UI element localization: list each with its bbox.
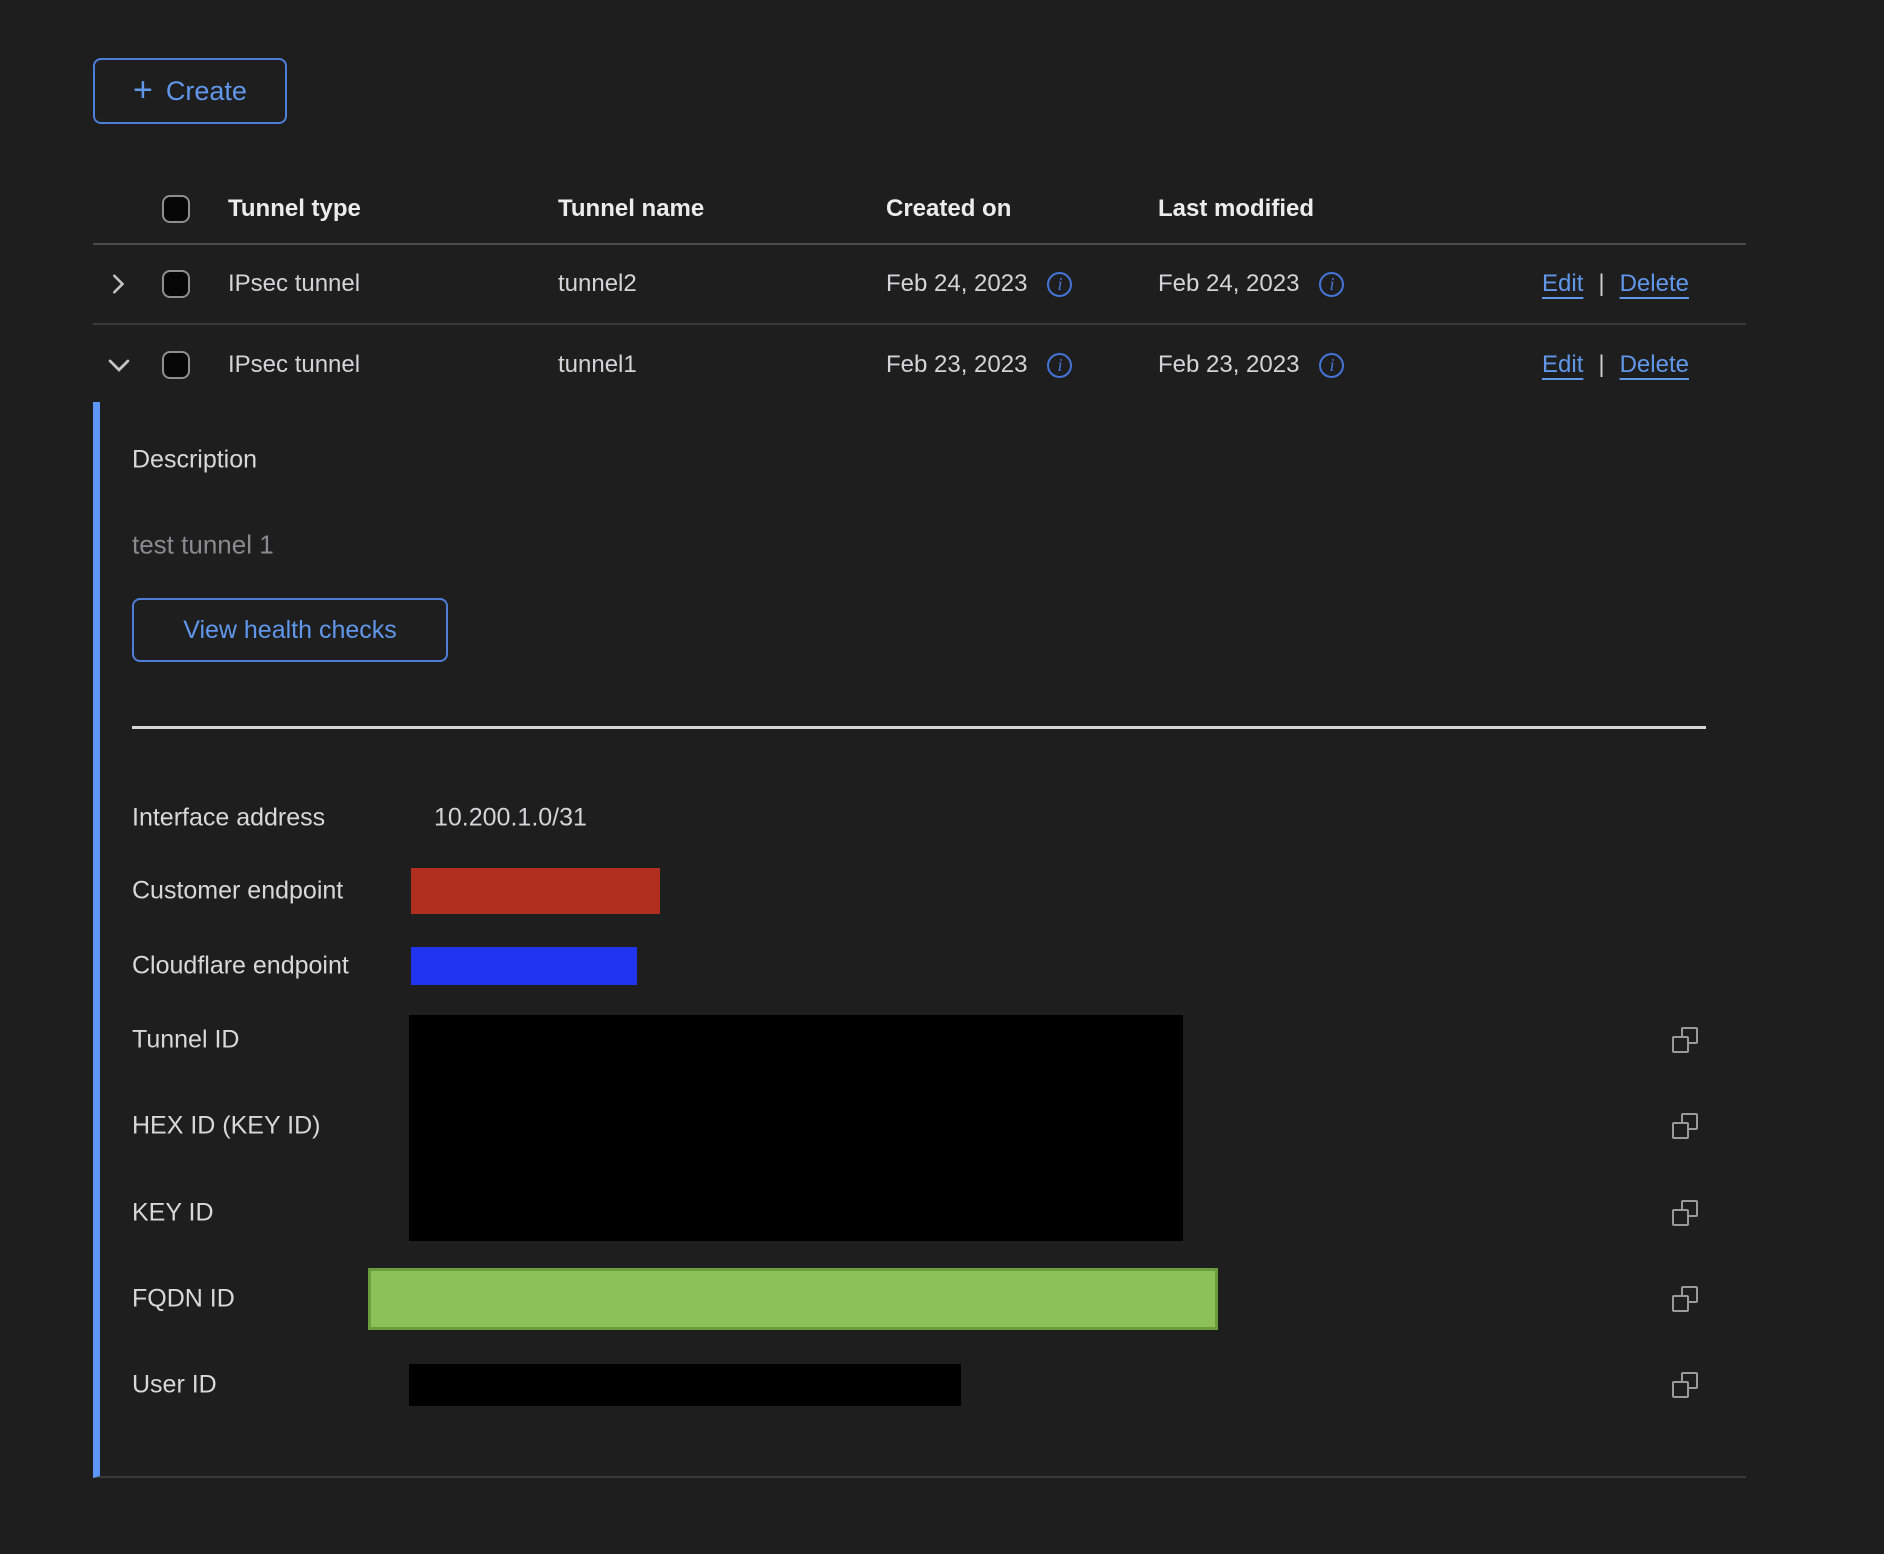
delete-link[interactable]: Delete: [1620, 270, 1689, 298]
info-icon[interactable]: i: [1319, 353, 1344, 378]
row-checkbox[interactable]: [162, 351, 190, 379]
view-health-checks-button[interactable]: View health checks: [132, 598, 448, 662]
table-row-tunnel1: IPsec tunnel tunnel1 Feb 23, 2023 i Feb …: [93, 325, 1746, 405]
copy-icon[interactable]: [1672, 1027, 1698, 1053]
create-button[interactable]: + Create: [93, 58, 287, 124]
last-modified-cell: Feb 23, 2023 i: [1158, 351, 1542, 379]
modified-date: Feb 23, 2023: [1158, 351, 1299, 379]
column-header-last-modified: Last modified: [1158, 195, 1542, 223]
key-id-label: KEY ID: [132, 1199, 214, 1228]
column-header-tunnel-type: Tunnel type: [228, 195, 558, 223]
user-id-redaction: [409, 1364, 961, 1406]
user-id-label: User ID: [132, 1371, 217, 1400]
row-actions: Edit | Delete: [1542, 351, 1746, 379]
table-row-tunnel2: IPsec tunnel tunnel2 Feb 24, 2023 i Feb …: [93, 245, 1746, 325]
description-value: test tunnel 1: [132, 530, 274, 561]
chevron-down-icon[interactable]: [106, 352, 132, 378]
ipsec-tunnels-page: + Create Tunnel type Tunnel name Created…: [0, 0, 1884, 1554]
copy-icon[interactable]: [1672, 1200, 1698, 1226]
row-actions: Edit | Delete: [1542, 270, 1746, 298]
column-header-created-on: Created on: [886, 195, 1158, 223]
copy-icon[interactable]: [1672, 1113, 1698, 1139]
modified-date: Feb 24, 2023: [1158, 270, 1299, 298]
select-all-checkbox[interactable]: [162, 195, 190, 223]
action-separator: |: [1598, 270, 1604, 298]
last-modified-cell: Feb 24, 2023 i: [1158, 270, 1542, 298]
hex-id-label: HEX ID (KEY ID): [132, 1112, 320, 1141]
edit-link[interactable]: Edit: [1542, 351, 1583, 379]
chevron-right-icon[interactable]: [106, 272, 130, 296]
fqdn-id-label: FQDN ID: [132, 1285, 235, 1314]
interface-address-label: Interface address: [132, 804, 325, 833]
tunnel-id-label: Tunnel ID: [132, 1026, 239, 1055]
table-header-row: Tunnel type Tunnel name Created on Last …: [93, 175, 1746, 245]
tunnel-type-cell: IPsec tunnel: [228, 270, 558, 298]
info-icon[interactable]: i: [1047, 272, 1072, 297]
customer-endpoint-redaction: [411, 868, 660, 914]
copy-icon[interactable]: [1672, 1286, 1698, 1312]
tunnel-name-cell: tunnel2: [558, 270, 886, 298]
interface-address-value: 10.200.1.0/31: [434, 804, 587, 833]
edit-link[interactable]: Edit: [1542, 270, 1583, 298]
action-separator: |: [1598, 351, 1604, 379]
created-date: Feb 23, 2023: [886, 351, 1027, 379]
customer-endpoint-label: Customer endpoint: [132, 877, 343, 906]
fqdn-id-redaction: [368, 1268, 1218, 1330]
created-date: Feb 24, 2023: [886, 270, 1027, 298]
tunnels-table: Tunnel type Tunnel name Created on Last …: [93, 175, 1746, 405]
cloudflare-endpoint-redaction: [411, 947, 637, 985]
cloudflare-endpoint-label: Cloudflare endpoint: [132, 952, 349, 981]
section-divider: [132, 726, 1706, 729]
tunnel-name-cell: tunnel1: [558, 351, 886, 379]
expanded-row-panel: Description test tunnel 1 View health ch…: [93, 402, 1746, 1478]
created-on-cell: Feb 23, 2023 i: [886, 351, 1158, 379]
info-icon[interactable]: i: [1319, 272, 1344, 297]
description-label: Description: [132, 446, 257, 475]
create-button-label: Create: [166, 76, 247, 107]
created-on-cell: Feb 24, 2023 i: [886, 270, 1158, 298]
delete-link[interactable]: Delete: [1620, 351, 1689, 379]
row-checkbox[interactable]: [162, 270, 190, 298]
ids-redaction: [409, 1015, 1183, 1241]
plus-icon: +: [133, 73, 153, 107]
copy-icon[interactable]: [1672, 1372, 1698, 1398]
info-icon[interactable]: i: [1047, 353, 1072, 378]
column-header-tunnel-name: Tunnel name: [558, 195, 886, 223]
tunnel-type-cell: IPsec tunnel: [228, 351, 558, 379]
